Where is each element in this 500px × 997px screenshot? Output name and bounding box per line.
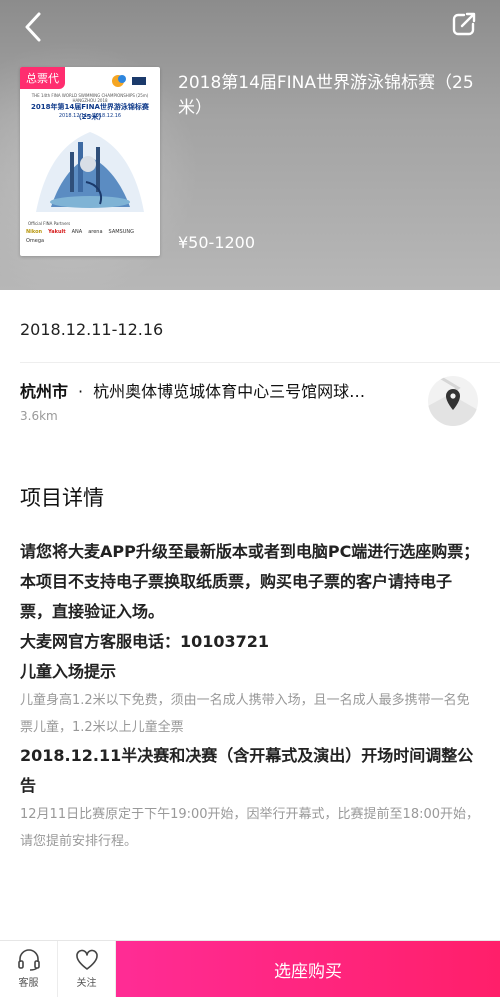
sponsor-logo: ANA: [71, 229, 83, 235]
sponsor-logo: SAMSUNG: [108, 229, 134, 235]
map-pin-icon: [428, 376, 478, 426]
divider: [20, 362, 500, 363]
championship-logo: [112, 75, 146, 87]
event-poster[interactable]: 总票代 THE 14th FINA WORLD SWIMMING CHAMPIO…: [20, 67, 160, 256]
event-title: 2018第14届FINA世界游泳锦标赛（25米）: [178, 73, 474, 118]
event-header: 总票代 THE 14th FINA WORLD SWIMMING CHAMPIO…: [0, 0, 500, 290]
select-seat-buy-button[interactable]: 选座购买: [116, 941, 500, 997]
sponsor-logo: Omega: [26, 238, 45, 244]
detail-schedule-note: 12月11日比赛原定于下午19:00开始，因举行开幕式，比赛提前至18:00开始…: [20, 807, 480, 849]
event-details: 请您将大麦APP升级至最新版本或者到电脑PC端进行选座购票； 本项目不支持电子票…: [20, 537, 480, 855]
poster-title: 2018年第14届FINA世界游泳锦标赛（25米）: [31, 103, 149, 121]
customer-service-button[interactable]: 客服: [0, 941, 58, 997]
sponsor-logo: Yakult: [48, 229, 66, 235]
detail-schedule-heading: 2018.12.11半决赛和决赛（含开幕式及演出）开场时间调整公告: [20, 746, 474, 795]
event-date: 2018.12.11-12.16: [20, 320, 164, 339]
venue-name: 杭州奥体博览城体育中心三号馆网球…: [93, 382, 366, 401]
venue-distance: 3.6km: [20, 409, 58, 423]
map-button[interactable]: [428, 376, 478, 426]
detail-children-note: 儿童身高1.2米以下免费，须由一名成人携带入场，且一名成人最多携带一名免票儿童，…: [20, 693, 470, 735]
sponsor-logo: Nikon: [26, 229, 43, 235]
share-icon: [452, 12, 476, 36]
bottom-action-bar: 客服 关注 选座购买: [0, 940, 500, 997]
headset-icon: [17, 949, 40, 971]
service-label: 客服: [18, 978, 39, 989]
venue-row[interactable]: 杭州市 · 杭州奥体博览城体育中心三号馆网球…: [20, 378, 415, 402]
detail-ticket-note: 本项目不支持电子票换取纸质票，购买电子票的客户请持电子票，直接验证入场。: [20, 572, 453, 621]
follow-label: 关注: [76, 978, 97, 989]
detail-hotline: 大麦网官方客服电话：10103721: [20, 632, 270, 651]
partners-label: Official FINA Partners: [28, 221, 71, 226]
buy-label: 选座购买: [274, 961, 342, 982]
separator-dot: ·: [78, 382, 84, 401]
detail-upgrade-note: 请您将大麦APP升级至最新版本或者到电脑PC端进行选座购票；: [20, 542, 480, 561]
share-button[interactable]: [450, 10, 478, 38]
heart-icon: [75, 949, 98, 970]
venue-city: 杭州市: [20, 382, 69, 401]
chevron-left-icon: [25, 12, 41, 42]
sponsor-logos: Nikon Yakult ANA arena SAMSUNG Omega: [26, 229, 154, 244]
detail-children-heading: 儿童入场提示: [20, 662, 117, 681]
follow-button[interactable]: 关注: [58, 941, 116, 997]
back-button[interactable]: [18, 10, 52, 44]
section-title: 项目详情: [20, 486, 104, 510]
agent-badge: 总票代: [20, 67, 65, 89]
poster-dates: 2018.12.11—2018.12.16: [58, 113, 122, 119]
sponsor-logo: arena: [88, 229, 103, 235]
poster-artwork: [36, 132, 144, 212]
price-range: ¥50-1200: [178, 233, 256, 252]
